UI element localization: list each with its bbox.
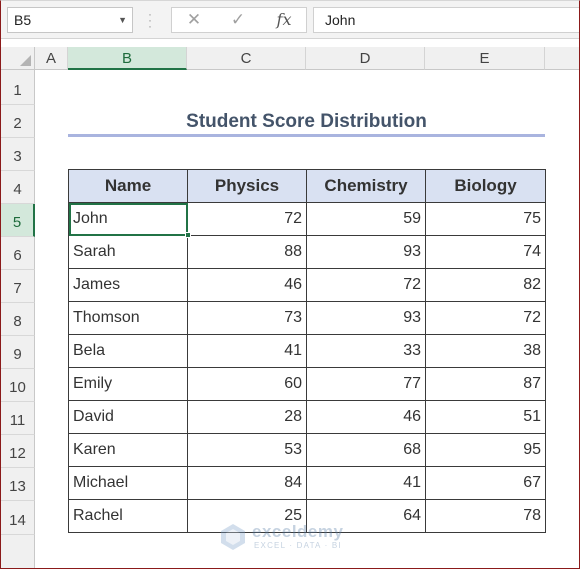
name-cell[interactable]: James <box>68 268 188 302</box>
cancel-icon[interactable]: ✕ <box>180 8 208 32</box>
watermark-brand: exceldemy <box>252 522 344 541</box>
exceldemy-watermark: exceldemy EXCEL · DATA · BI <box>219 521 369 555</box>
chemistry-cell[interactable]: 77 <box>306 367 426 401</box>
chemistry-cell[interactable]: 68 <box>306 433 426 467</box>
insert-function-icon[interactable]: fx <box>270 8 298 32</box>
chemistry-cell[interactable]: 59 <box>306 202 426 236</box>
row-header-14[interactable]: 14 <box>1 501 35 535</box>
fill-handle[interactable] <box>185 232 191 238</box>
physics-cell[interactable]: 46 <box>187 268 307 302</box>
exceldemy-logo-icon <box>221 524 245 550</box>
table-row: Michael 84 41 67 <box>68 466 546 500</box>
biology-cell[interactable]: 82 <box>425 268 546 302</box>
physics-cell[interactable]: 60 <box>187 367 307 401</box>
row-header-10[interactable]: 10 <box>1 369 35 402</box>
column-header-b[interactable]: B <box>68 47 187 70</box>
table-row: Emily 60 77 87 <box>68 367 546 401</box>
physics-cell[interactable]: 72 <box>187 202 307 236</box>
row-header-1[interactable]: 1 <box>1 70 35 105</box>
physics-cell[interactable]: 73 <box>187 301 307 335</box>
title-underline <box>68 134 545 137</box>
chemistry-cell[interactable]: 93 <box>306 235 426 269</box>
physics-cell[interactable]: 84 <box>187 466 307 500</box>
biology-cell[interactable]: 67 <box>425 466 546 500</box>
chemistry-cell[interactable]: 33 <box>306 334 426 368</box>
drag-handle-icon[interactable]: · · · <box>147 8 153 32</box>
chemistry-cell[interactable]: 41 <box>306 466 426 500</box>
header-name[interactable]: Name <box>68 169 188 203</box>
table-row: Sarah 88 93 74 <box>68 235 546 269</box>
formula-buttons: ✕ ✓ fx <box>171 7 307 33</box>
row-header-11[interactable]: 11 <box>1 402 35 435</box>
row-header-8[interactable]: 8 <box>1 303 35 336</box>
physics-cell[interactable]: 28 <box>187 400 307 434</box>
name-cell[interactable]: David <box>68 400 188 434</box>
row-header-2[interactable]: 2 <box>1 105 35 138</box>
chemistry-cell[interactable]: 46 <box>306 400 426 434</box>
column-header-a[interactable]: A <box>35 47 68 70</box>
row-header-9[interactable]: 9 <box>1 336 35 369</box>
name-cell[interactable]: Sarah <box>68 235 188 269</box>
watermark-tagline: EXCEL · DATA · BI <box>254 541 342 550</box>
table-row: John 72 59 75 <box>68 202 546 236</box>
header-chemistry[interactable]: Chemistry <box>306 169 426 203</box>
table-row: Bela 41 33 38 <box>68 334 546 368</box>
biology-cell[interactable]: 74 <box>425 235 546 269</box>
name-cell[interactable]: Michael <box>68 466 188 500</box>
physics-cell[interactable]: 41 <box>187 334 307 368</box>
biology-cell[interactable]: 38 <box>425 334 546 368</box>
physics-cell[interactable]: 88 <box>187 235 307 269</box>
chemistry-cell[interactable]: 93 <box>306 301 426 335</box>
column-header-c[interactable]: C <box>187 47 306 70</box>
score-table: Name Physics Chemistry Biology John 72 5… <box>68 169 546 533</box>
name-cell[interactable]: Thomson <box>68 301 188 335</box>
biology-cell[interactable]: 87 <box>425 367 546 401</box>
table-header-row: Name Physics Chemistry Biology <box>68 169 546 203</box>
table-row: Thomson 73 93 72 <box>68 301 546 335</box>
biology-cell[interactable]: 51 <box>425 400 546 434</box>
column-header-e[interactable]: E <box>425 47 545 70</box>
physics-cell[interactable]: 53 <box>187 433 307 467</box>
name-box-value: B5 <box>14 12 32 28</box>
biology-cell[interactable]: 95 <box>425 433 546 467</box>
formula-bar: B5 ▼ · · · ✕ ✓ fx John <box>1 1 579 39</box>
row-header-4[interactable]: 4 <box>1 171 35 204</box>
row-header-7[interactable]: 7 <box>1 270 35 303</box>
name-cell[interactable]: Rachel <box>68 499 188 533</box>
spreadsheet-window: B5 ▼ · · · ✕ ✓ fx John A B C D E 1 2 3 4 5… <box>0 0 580 569</box>
name-cell[interactable]: Bela <box>68 334 188 368</box>
name-cell[interactable]: Emily <box>68 367 188 401</box>
name-cell[interactable]: Karen <box>68 433 188 467</box>
header-physics[interactable]: Physics <box>187 169 307 203</box>
enter-icon[interactable]: ✓ <box>224 8 252 32</box>
table-row: James 46 72 82 <box>68 268 546 302</box>
biology-cell[interactable]: 72 <box>425 301 546 335</box>
column-header-f[interactable] <box>545 47 579 70</box>
column-header-d[interactable]: D <box>306 47 425 70</box>
active-cell[interactable]: John <box>68 202 188 236</box>
sheet-title[interactable]: Student Score Distribution <box>68 108 545 136</box>
row-header-3[interactable]: 3 <box>1 138 35 171</box>
formula-input[interactable]: John <box>313 7 579 33</box>
header-biology[interactable]: Biology <box>425 169 546 203</box>
chevron-down-icon[interactable]: ▼ <box>118 8 127 32</box>
table-row: David 28 46 51 <box>68 400 546 434</box>
select-all-button[interactable] <box>1 47 35 70</box>
biology-cell[interactable]: 78 <box>425 499 546 533</box>
row-header-13[interactable]: 13 <box>1 468 35 501</box>
row-header-12[interactable]: 12 <box>1 435 35 468</box>
name-box[interactable]: B5 ▼ <box>7 7 133 33</box>
table-row: Karen 53 68 95 <box>68 433 546 467</box>
row-header-gap <box>1 535 35 568</box>
biology-cell[interactable]: 75 <box>425 202 546 236</box>
select-all-icon <box>20 55 31 66</box>
row-header-5[interactable]: 5 <box>1 204 35 237</box>
row-header-6[interactable]: 6 <box>1 237 35 270</box>
chemistry-cell[interactable]: 72 <box>306 268 426 302</box>
